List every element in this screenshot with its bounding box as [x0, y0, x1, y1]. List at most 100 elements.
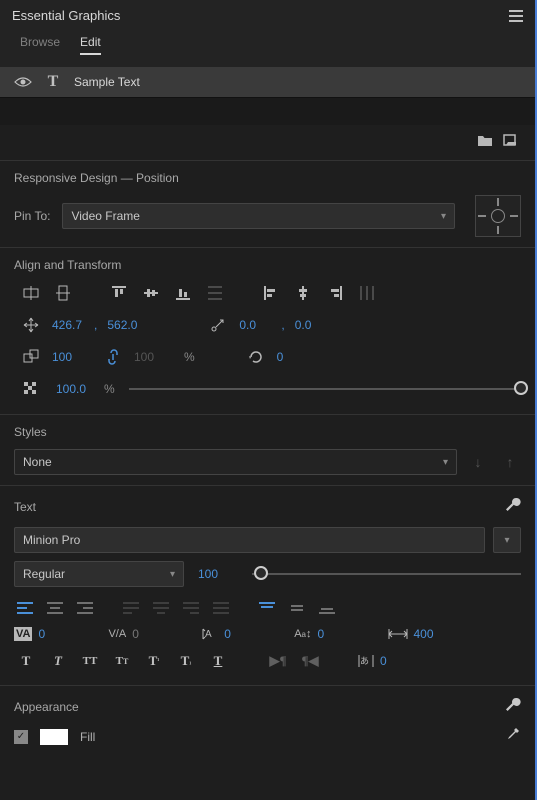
justify-last-left-icon[interactable] [120, 599, 142, 617]
opacity-unit: % [104, 382, 115, 396]
leading-icon: A [202, 627, 218, 641]
align-vertical-center-canvas-icon[interactable] [52, 282, 74, 304]
position-y[interactable]: 562.0 [107, 318, 147, 332]
font-family-chevron[interactable]: ▾ [493, 527, 521, 553]
align-left-icon[interactable] [260, 282, 282, 304]
align-hcenter-icon[interactable] [292, 282, 314, 304]
scale-unit: % [184, 350, 195, 364]
vert-align-center-icon[interactable] [286, 599, 308, 617]
text-align-right-icon[interactable] [74, 599, 96, 617]
visibility-eye-icon[interactable] [14, 73, 32, 91]
link-scale-icon[interactable] [102, 346, 124, 368]
fill-color-swatch[interactable] [40, 729, 68, 745]
anchor-point-icon [207, 314, 229, 336]
distribute-vertical-icon[interactable] [204, 282, 226, 304]
kerning-value[interactable]: 0 [38, 627, 78, 641]
tracking-value[interactable]: 0 [132, 627, 172, 641]
font-style-value: Regular [23, 567, 65, 581]
chevron-down-icon: ▾ [443, 457, 448, 468]
style-push-down-icon[interactable]: ↓ [467, 451, 489, 473]
fill-checkbox[interactable] [14, 730, 28, 744]
baseline-value[interactable]: 0 [318, 627, 358, 641]
new-layer-icon[interactable] [503, 133, 519, 150]
position-x[interactable]: 426.7 [52, 318, 92, 332]
text-layer-icon: T [44, 73, 62, 91]
kerning-icon: VA [14, 627, 32, 641]
baseline-shift-icon: Aa↕ [294, 628, 311, 640]
rotation-icon [245, 346, 267, 368]
opacity-value[interactable]: 100.0 [56, 382, 96, 396]
all-caps-icon[interactable]: TT [78, 651, 102, 671]
distribute-horizontal-icon[interactable] [356, 282, 378, 304]
vert-align-top-icon[interactable] [256, 599, 278, 617]
text-width-icon [388, 628, 408, 640]
text-width-value[interactable]: 400 [414, 627, 454, 641]
align-top-icon[interactable] [108, 282, 130, 304]
font-family-value: Minion Pro [23, 533, 80, 547]
eyedropper-icon[interactable] [505, 727, 521, 746]
anchor-x[interactable]: 0.0 [239, 318, 279, 332]
fill-label: Fill [80, 730, 95, 744]
pin-to-dropdown[interactable]: Video Frame ▾ [62, 203, 455, 229]
justify-all-icon[interactable] [210, 599, 232, 617]
tab-edit[interactable]: Edit [80, 35, 101, 55]
layer-row[interactable]: T Sample Text [0, 67, 535, 97]
align-horizontal-center-canvas-icon[interactable] [20, 282, 42, 304]
tab-browse[interactable]: Browse [20, 35, 60, 55]
chevron-down-icon: ▾ [504, 535, 509, 546]
style-push-up-icon[interactable]: ↑ [499, 451, 521, 473]
svg-text:A: A [205, 629, 212, 640]
align-vcenter-icon[interactable] [140, 282, 162, 304]
pin-to-value: Video Frame [71, 209, 139, 223]
responsive-heading: Responsive Design — Position [14, 171, 521, 185]
wrench-icon[interactable] [503, 496, 521, 517]
opacity-slider[interactable] [129, 388, 521, 390]
faux-bold-icon[interactable]: T [14, 651, 38, 671]
font-size-value[interactable]: 100 [198, 567, 238, 581]
chevron-down-icon: ▾ [441, 211, 446, 222]
section-responsive: Responsive Design — Position Pin To: Vid… [0, 160, 535, 247]
leading-value[interactable]: 0 [224, 627, 264, 641]
align-transform-heading: Align and Transform [14, 258, 521, 272]
align-bottom-icon[interactable] [172, 282, 194, 304]
vert-align-bottom-icon[interactable] [316, 599, 338, 617]
text-align-left-icon[interactable] [14, 599, 36, 617]
layer-list-empty [0, 97, 535, 125]
styles-value: None [23, 455, 52, 469]
section-align-transform: Align and Transform 426.7, 562.0 0.0, 0.… [0, 247, 535, 414]
section-appearance: Appearance Fill [0, 685, 535, 756]
section-text: Text Minion Pro ▾ Regular ▾ 100 [0, 485, 535, 685]
font-size-slider[interactable] [252, 573, 521, 575]
panel-title: Essential Graphics [12, 8, 120, 23]
anchor-y[interactable]: 0.0 [295, 318, 335, 332]
tsume-value[interactable]: 0 [380, 654, 420, 668]
styles-heading: Styles [14, 425, 521, 439]
text-align-center-icon[interactable] [44, 599, 66, 617]
tracking-icon: V/A [108, 628, 126, 640]
faux-italic-icon[interactable]: T [46, 651, 70, 671]
justify-last-center-icon[interactable] [150, 599, 172, 617]
layer-name[interactable]: Sample Text [74, 75, 521, 89]
underline-icon[interactable]: T [206, 651, 230, 671]
justify-last-right-icon[interactable] [180, 599, 202, 617]
font-family-dropdown[interactable]: Minion Pro [14, 527, 485, 553]
wrench-icon[interactable] [503, 696, 521, 717]
chevron-down-icon: ▾ [170, 569, 175, 580]
rtl-icon[interactable]: ¶◀ [298, 651, 322, 671]
pin-edges-widget[interactable] [475, 195, 521, 237]
font-style-dropdown[interactable]: Regular ▾ [14, 561, 184, 587]
scale-width[interactable]: 100 [52, 350, 92, 364]
align-right-icon[interactable] [324, 282, 346, 304]
svg-text:あ: あ [360, 656, 369, 666]
subscript-icon[interactable]: T₁ [174, 651, 198, 671]
position-icon [20, 314, 42, 336]
rotation-value[interactable]: 0 [277, 350, 317, 364]
panel-menu-icon[interactable] [509, 10, 523, 22]
small-caps-icon[interactable]: TT [110, 651, 134, 671]
opacity-icon [20, 378, 42, 400]
folder-icon[interactable] [477, 133, 493, 150]
superscript-icon[interactable]: T¹ [142, 651, 166, 671]
pin-to-label: Pin To: [14, 209, 50, 223]
styles-dropdown[interactable]: None ▾ [14, 449, 457, 475]
ltr-icon[interactable]: ▶¶ [266, 651, 290, 671]
